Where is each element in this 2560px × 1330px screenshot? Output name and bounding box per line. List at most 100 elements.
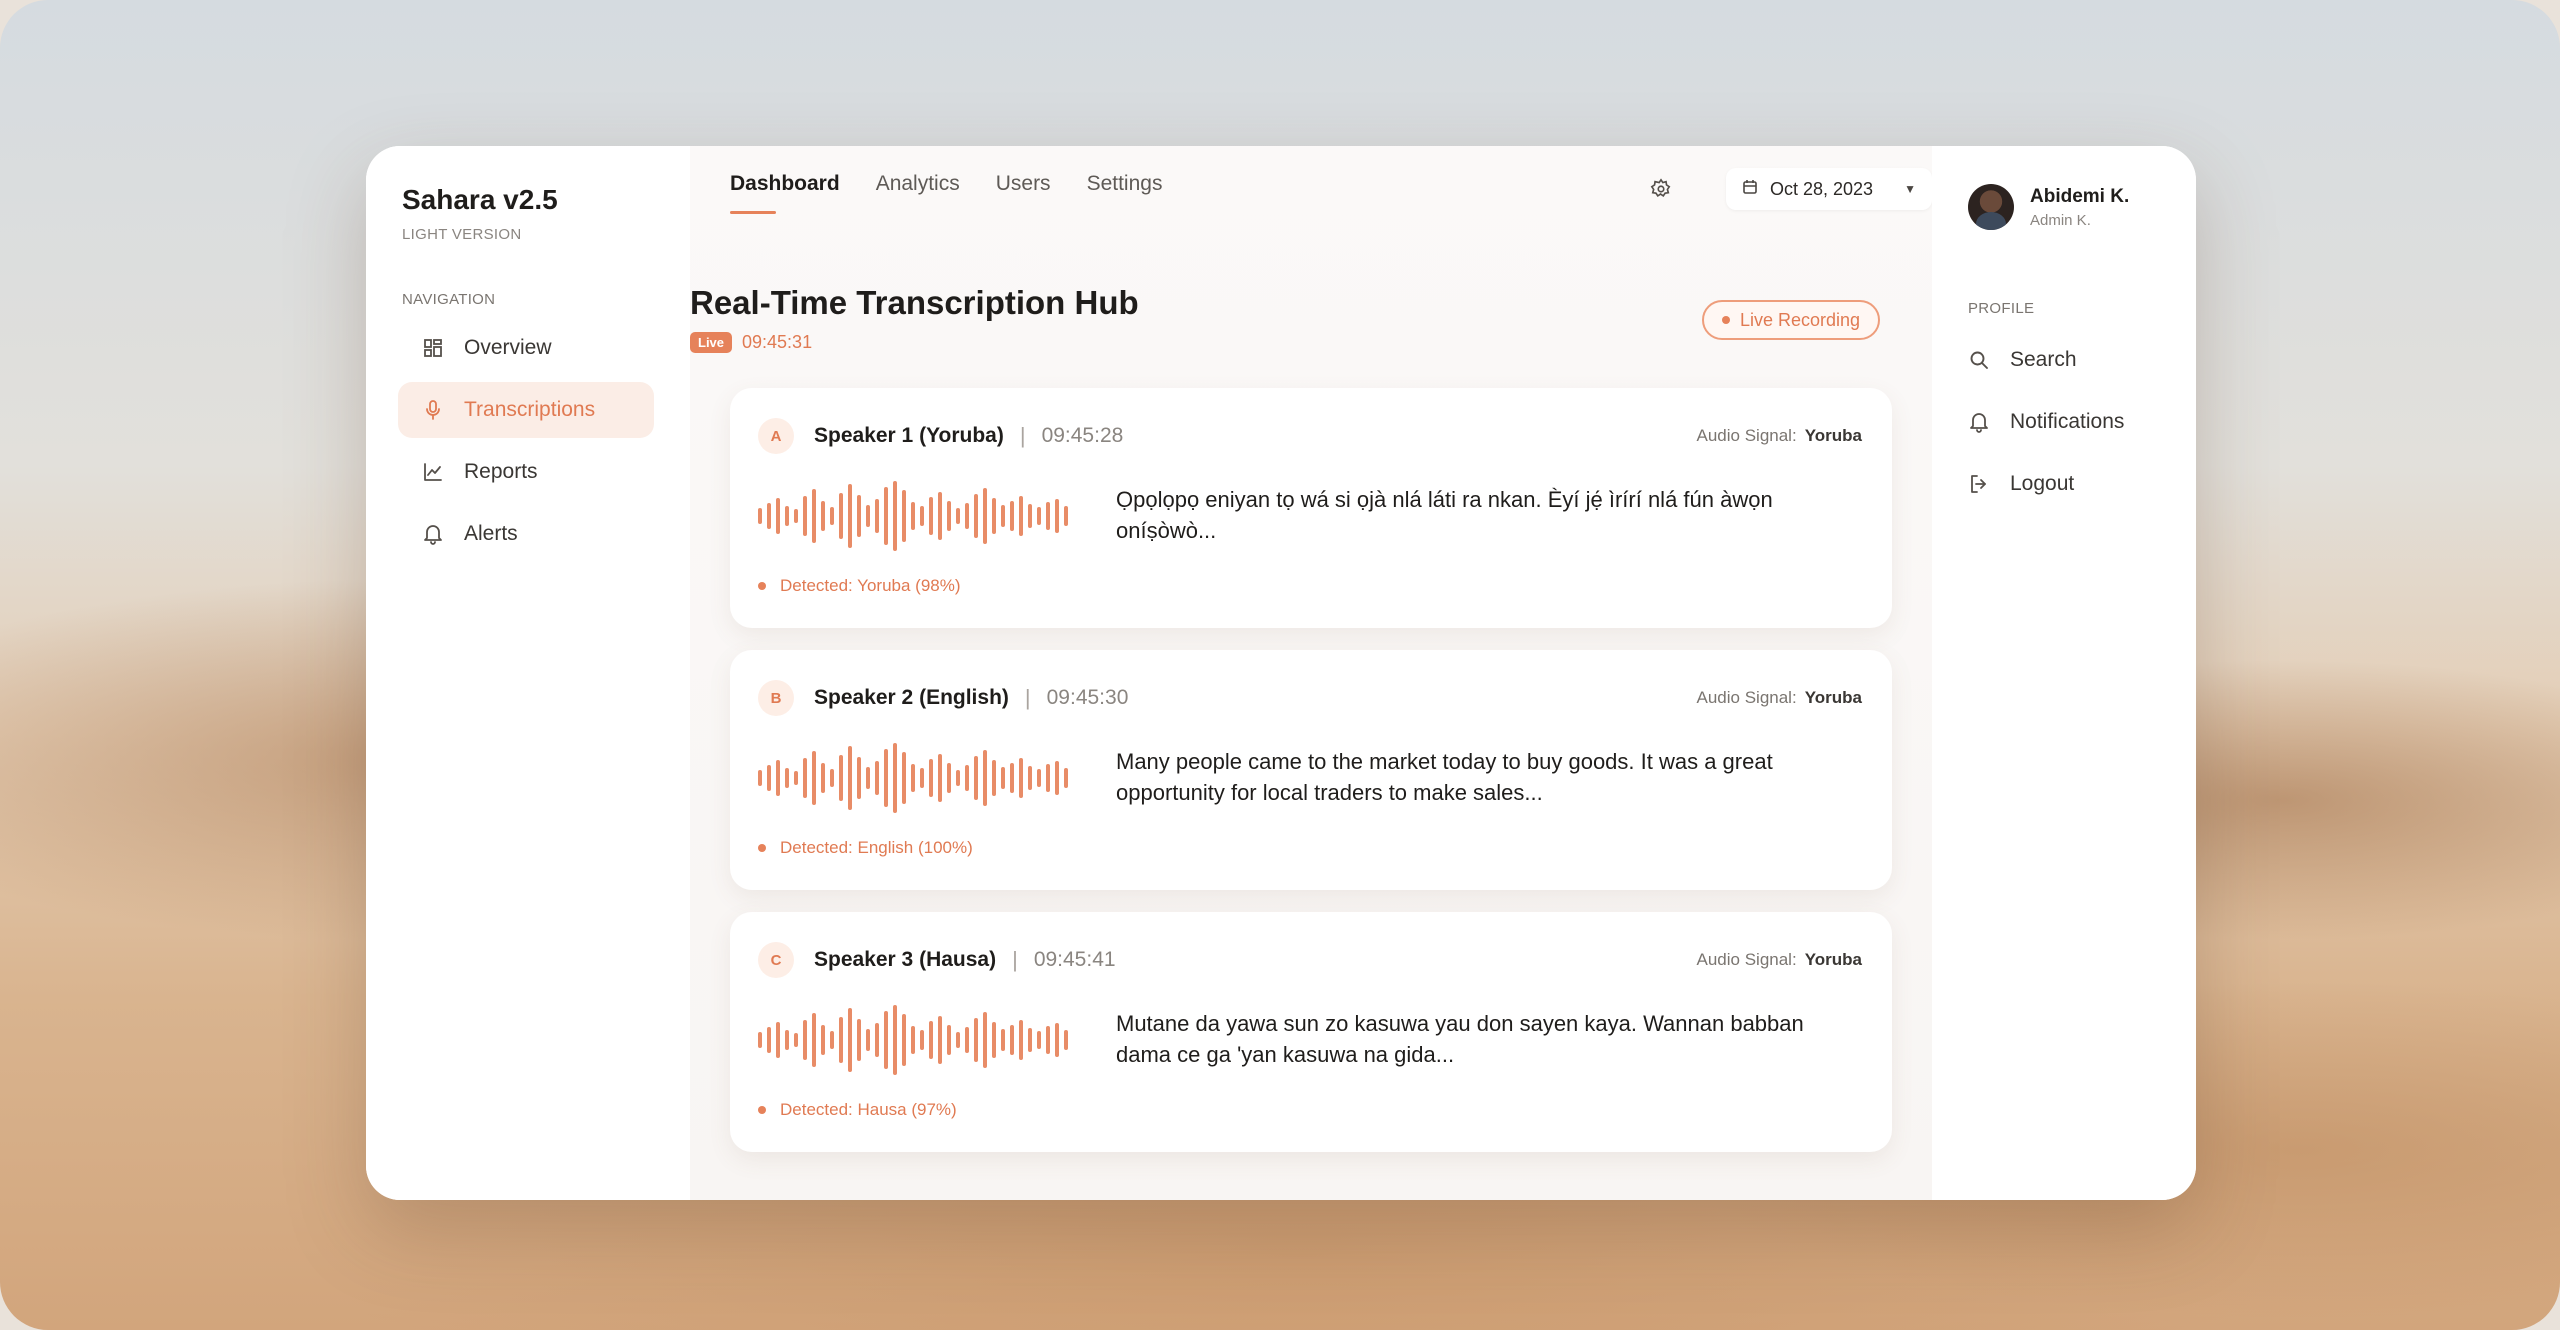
transcription-card[interactable]: A Speaker 1 (Yoruba) | 09:45:28 Audio Si… [730, 388, 1892, 628]
waveform-bar [839, 493, 843, 539]
tab-dashboard[interactable]: Dashboard [730, 172, 840, 214]
brand-title: Sahara v2.5 [402, 184, 558, 215]
waveform-bar [929, 497, 933, 535]
waveform-bar [956, 770, 960, 786]
profile-item-search[interactable]: Search [1968, 329, 2160, 391]
waveform-bar [785, 768, 789, 788]
profile-item-notifications[interactable]: Notifications [1968, 391, 2160, 453]
detected-label: Detected: Yoruba (98%) [780, 576, 961, 595]
waveform-bar [803, 758, 807, 798]
tab-users[interactable]: Users [996, 172, 1051, 214]
waveform-bar [992, 760, 996, 796]
divider: | [1019, 423, 1026, 448]
date-label: Oct 28, 2023 [1770, 178, 1874, 199]
waveform [758, 480, 1068, 552]
status-dot-icon [758, 582, 766, 590]
detected-label: Detected: English (100%) [780, 838, 973, 857]
waveform-bar [1046, 764, 1050, 792]
sidebar-item-label: Alerts [464, 522, 518, 545]
detected-language: Detected: Hausa (97%) [758, 1100, 957, 1120]
waveform-bar [758, 1032, 762, 1048]
user-name: Abidemi K. [2030, 185, 2130, 207]
audio-signal-label: Audio Signal: [1696, 688, 1797, 707]
right-panel: Abidemi K. Admin K. PROFILE Search Notif… [1932, 146, 2196, 1200]
waveform-bar [830, 769, 834, 787]
waveform-bar [857, 757, 861, 799]
waveform-bar [848, 484, 852, 548]
waveform-bar [902, 1014, 906, 1066]
audio-signal-value: Yoruba [1804, 950, 1862, 969]
waveform-bar [911, 502, 915, 530]
tab-settings[interactable]: Settings [1087, 172, 1163, 214]
waveform-bar [848, 1008, 852, 1072]
tab-analytics[interactable]: Analytics [876, 172, 960, 214]
waveform-bar [830, 507, 834, 525]
desktop-background: Sahara v2.5 LIGHT VERSION NAVIGATION Ove… [0, 0, 2560, 1330]
sidebar-item-overview[interactable]: Overview [398, 320, 654, 376]
audio-signal-label: Audio Signal: [1696, 426, 1797, 445]
navigation-label: NAVIGATION [402, 291, 496, 308]
waveform-bar [911, 764, 915, 792]
waveform-bar [1001, 505, 1005, 527]
detected-language: Detected: English (100%) [758, 838, 973, 858]
user-role: Admin K. [2030, 211, 2091, 229]
waveform-bar [992, 498, 996, 534]
sidebar-item-reports[interactable]: Reports [398, 444, 654, 500]
profile-item-logout[interactable]: Logout [1968, 453, 2160, 515]
waveform-bar [983, 488, 987, 544]
speaker-name: Speaker 1 (Yoruba) [814, 424, 1004, 447]
waveform-bar [956, 1032, 960, 1048]
waveform-bar [965, 1027, 969, 1053]
live-badge: Live [690, 332, 733, 353]
speaker-name: Speaker 2 (English) [814, 686, 1009, 709]
chevron-down-icon: ▼ [1904, 182, 1916, 196]
waveform-bar [1064, 768, 1068, 788]
sidebar-item-transcriptions[interactable]: Transcriptions [398, 382, 654, 438]
left-sidebar: Sahara v2.5 LIGHT VERSION NAVIGATION Ove… [366, 146, 690, 1200]
waveform-bar [812, 1013, 816, 1067]
detected-language: Detected: Yoruba (98%) [758, 576, 961, 596]
speaker-avatar: B [758, 680, 794, 716]
page-title: Real-Time Transcription Hub [690, 284, 1139, 321]
speaker-avatar: A [758, 418, 794, 454]
live-recording-button[interactable]: Live Recording [1702, 300, 1881, 340]
date-picker-button[interactable]: Oct 28, 2023 ▼ [1726, 168, 1932, 210]
waveform-bar [1046, 502, 1050, 530]
waveform-bar [857, 495, 861, 537]
waveform-bar [821, 1025, 825, 1055]
sidebar-item-alerts[interactable]: Alerts [398, 506, 654, 562]
waveform-bar [839, 755, 843, 801]
waveform-bar [1019, 496, 1023, 536]
waveform-bar [920, 506, 924, 526]
waveform-bar [1010, 763, 1014, 793]
transcription-card[interactable]: B Speaker 2 (English) | 09:45:30 Audio S… [730, 650, 1892, 890]
waveform-bar [866, 767, 870, 789]
waveform-bar [929, 1021, 933, 1059]
waveform-bar [974, 494, 978, 538]
waveform-bar [776, 498, 780, 534]
waveform-bar [803, 1020, 807, 1060]
waveform-bar [974, 1018, 978, 1062]
audio-signal: Audio Signal: Yoruba [1697, 950, 1863, 970]
waveform-bar [1028, 504, 1032, 528]
transcript-text: Ọpọlọpọ eniyan tọ wá si ọjà nlá láti ra … [1116, 487, 1773, 543]
waveform-bar [1019, 758, 1023, 798]
waveform-bar [893, 743, 897, 813]
waveform-bar [983, 750, 987, 806]
user-profile[interactable]: Abidemi K. Admin K. [1968, 184, 2160, 230]
gear-icon[interactable] [1646, 174, 1676, 204]
waveform-bar [965, 765, 969, 791]
audio-signal-label: Audio Signal: [1696, 950, 1797, 969]
waveform-bar [785, 1030, 789, 1050]
profile-item-label: Search [2010, 348, 2077, 371]
microphone-icon [422, 399, 444, 421]
live-time: 09:45:31 [742, 332, 813, 352]
waveform-bar [992, 1022, 996, 1058]
audio-signal: Audio Signal: Yoruba [1697, 688, 1863, 708]
transcription-card[interactable]: C Speaker 3 (Hausa) | 09:45:41 Audio Sig… [730, 912, 1892, 1152]
waveform-bar [776, 1022, 780, 1058]
waveform-bar [965, 503, 969, 529]
waveform-bar [902, 752, 906, 804]
waveform-bar [875, 1023, 879, 1057]
header-tabs: Dashboard Analytics Users Settings [730, 172, 1162, 214]
